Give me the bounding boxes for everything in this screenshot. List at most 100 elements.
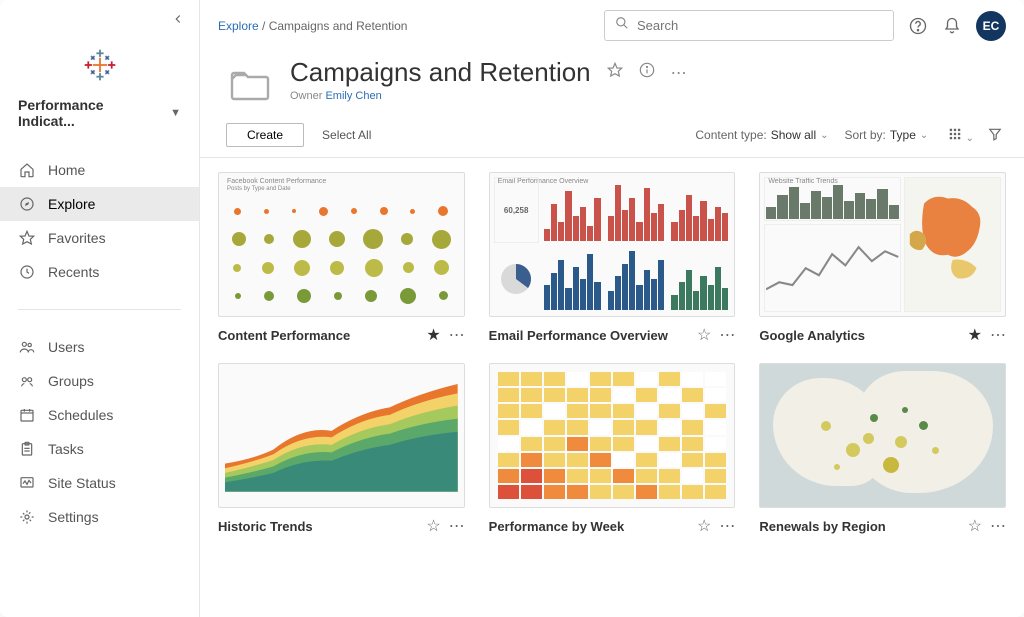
breadcrumb-root[interactable]: Explore [218,19,259,33]
card-title: Renewals by Region [759,519,959,534]
breadcrumb-sep: / [262,19,265,33]
card-thumbnail: Email Performance Overview 60,258 [489,172,736,317]
notifications-icon[interactable] [942,16,962,36]
page-title: Campaigns and Retention [290,57,591,88]
search-box[interactable] [604,10,894,41]
card-star-icon[interactable]: ☆ [697,325,711,345]
sort-value: Type [890,128,916,142]
sidebar-item-site-status[interactable]: Site Status [0,466,199,500]
card-title: Historic Trends [218,519,418,534]
sidebar-item-recents[interactable]: Recents [0,255,199,289]
sidebar-item-label: Tasks [48,441,84,457]
site-selector-label: Performance Indicat... [18,97,164,129]
sidebar-item-tasks[interactable]: Tasks [0,432,199,466]
owner-link[interactable]: Emily Chen [325,90,381,102]
clock-icon [18,263,36,281]
sort-select[interactable]: Sort by: Type ⌄ [845,128,929,142]
card-title: Content Performance [218,328,418,343]
card-thumbnail [489,363,736,508]
users-icon [18,338,36,356]
groups-icon [18,372,36,390]
search-icon [615,16,629,35]
sidebar-item-explore[interactable]: Explore [0,187,199,221]
card-star-icon[interactable]: ☆ [968,516,982,536]
card-star-icon[interactable]: ☆ [426,516,440,536]
card-star-icon[interactable]: ★ [968,325,982,345]
card-google-analytics[interactable]: Website Traffic Trends [759,172,1006,345]
content-type-label: Content type: [695,128,766,142]
caret-down-icon: ⌄ [966,133,974,144]
thumb-stat: 60,258 [494,177,539,243]
card-thumbnail [759,363,1006,508]
card-more-icon[interactable]: ⋯ [719,516,735,536]
breadcrumb-current: Campaigns and Retention [269,19,408,33]
card-content-performance[interactable]: Facebook Content Performance Posts by Ty… [218,172,465,345]
card-star-icon[interactable]: ☆ [697,516,711,536]
content-grid: Facebook Content Performance Posts by Ty… [200,158,1024,550]
create-button[interactable]: Create [226,123,304,147]
collapse-sidebar-icon[interactable] [171,12,185,31]
card-title: Email Performance Overview [489,328,689,343]
thumb-title: Facebook Content Performance [227,178,456,186]
site-selector[interactable]: Performance Indicat... ▼ [0,97,199,143]
card-thumbnail: Website Traffic Trends [759,172,1006,317]
title-star-icon[interactable] [607,62,623,83]
toolbar: Create Select All Content type: Show all… [200,119,1024,158]
sort-label: Sort by: [845,128,886,142]
sidebar-item-label: Recents [48,264,99,280]
main: Explore / Campaigns and Retention EC Cam… [200,0,1024,617]
content-type-value: Show all [771,128,816,142]
avatar-initials: EC [983,19,1000,33]
sidebar-item-schedules[interactable]: Schedules [0,398,199,432]
sidebar-item-label: Settings [48,509,99,525]
content-type-select[interactable]: Content type: Show all ⌄ [695,128,828,142]
card-thumbnail: Facebook Content Performance Posts by Ty… [218,172,465,317]
topbar: Explore / Campaigns and Retention EC [200,0,1024,47]
home-icon [18,161,36,179]
help-icon[interactable] [908,16,928,36]
breadcrumb: Explore / Campaigns and Retention [218,19,407,33]
calendar-icon [18,406,36,424]
card-star-icon[interactable]: ★ [426,325,440,345]
sidebar-item-label: Favorites [48,230,106,246]
sidebar-item-label: Explore [48,196,95,212]
sidebar-item-home[interactable]: Home [0,153,199,187]
sidebar-item-users[interactable]: Users [0,330,199,364]
status-icon [18,474,36,492]
star-icon [18,229,36,247]
thumb-subtitle: Posts by Type and Date [227,186,456,193]
card-more-icon[interactable]: ⋯ [449,325,465,345]
title-more-icon[interactable]: ⋯ [671,63,687,83]
caret-down-icon: ▼ [170,107,181,119]
card-performance-by-week[interactable]: Performance by Week ☆ ⋯ [489,363,736,536]
card-more-icon[interactable]: ⋯ [449,516,465,536]
title-info-icon[interactable] [639,62,655,83]
sidebar-item-favorites[interactable]: Favorites [0,221,199,255]
sidebar-divider [18,309,181,310]
caret-down-icon: ⌄ [920,130,928,141]
sidebar: Performance Indicat... ▼ Home Explore Fa… [0,0,200,617]
card-more-icon[interactable]: ⋯ [719,325,735,345]
card-more-icon[interactable]: ⋯ [990,516,1006,536]
gear-icon [18,508,36,526]
sidebar-item-label: Site Status [48,475,116,491]
card-email-performance[interactable]: Email Performance Overview 60,258 Email [489,172,736,345]
sidebar-item-label: Schedules [48,407,113,423]
card-title: Google Analytics [759,328,959,343]
owner: Owner Emily Chen [290,90,687,102]
card-more-icon[interactable]: ⋯ [990,325,1006,345]
card-title: Performance by Week [489,519,689,534]
filter-icon[interactable] [984,127,1006,144]
sidebar-item-settings[interactable]: Settings [0,500,199,534]
select-all-button[interactable]: Select All [322,128,371,142]
folder-icon [226,61,274,109]
sidebar-item-groups[interactable]: Groups [0,364,199,398]
tableau-logo-icon [0,39,199,97]
sidebar-item-label: Home [48,162,85,178]
view-grid-icon[interactable]: ⌄ [944,127,978,144]
avatar[interactable]: EC [976,11,1006,41]
card-renewals-by-region[interactable]: Renewals by Region ☆ ⋯ [759,363,1006,536]
search-input[interactable] [637,18,883,33]
card-historic-trends[interactable]: Historic Trends ☆ ⋯ [218,363,465,536]
sidebar-item-label: Users [48,339,85,355]
